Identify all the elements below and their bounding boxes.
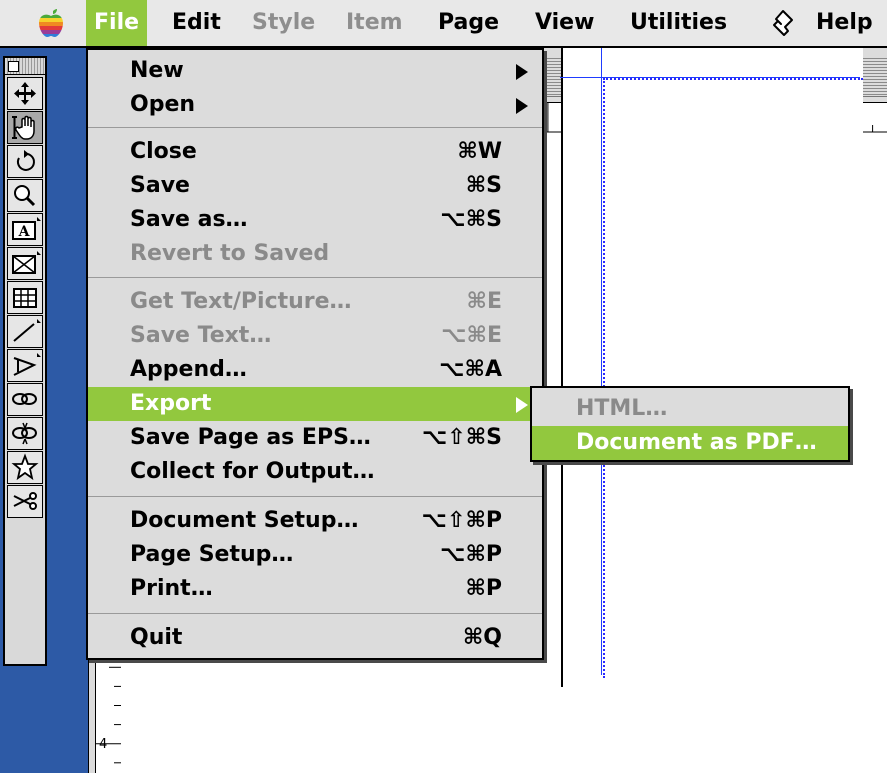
menu-file[interactable]: File — [86, 0, 148, 46]
menu-separator — [88, 496, 542, 497]
picture-box-tool[interactable] — [7, 247, 43, 280]
submenu-item-document-as-pdf[interactable]: Document as PDF… — [532, 426, 848, 460]
menu-item-label: Collect for Output… — [130, 459, 375, 484]
menu-item-collect-for-output[interactable]: Collect for Output… — [88, 455, 542, 489]
svg-text:A: A — [18, 224, 31, 240]
menu-item-get-text-picture[interactable]: Get Text/Picture… ⌘E — [88, 285, 542, 319]
menu-item-label: Export — [130, 391, 212, 416]
submenu-arrow-icon — [516, 64, 528, 80]
menu-item-shortcut: ⌘P — [465, 576, 502, 601]
menu-item-label: New — [130, 58, 184, 83]
menu-item-label: Document as PDF… — [576, 430, 817, 455]
menu-view[interactable]: View — [527, 0, 602, 46]
menu-bar: File Edit Style Item Page View Utilities… — [0, 0, 887, 48]
menu-item-label: Page Setup… — [130, 542, 294, 567]
file-menu: New Open Close ⌘W Save ⌘S Save as… ⌥⌘S Reve… — [86, 48, 544, 660]
submenu-arrow-icon — [516, 98, 528, 114]
menu-item-label: Save Page as EPS… — [130, 425, 371, 450]
menu-item-close[interactable]: Close ⌘W — [88, 135, 542, 169]
star-tool[interactable] — [7, 451, 43, 484]
item-tool[interactable] — [7, 77, 43, 110]
menu-item-append[interactable]: Append… ⌥⌘A — [88, 353, 542, 387]
table-tool[interactable] — [7, 281, 43, 314]
submenu-item-html[interactable]: HTML… — [532, 392, 848, 426]
menu-item-label: Quit — [130, 625, 183, 650]
ruler-label-4: 4 — [747, 105, 756, 120]
text-path-tool[interactable] — [7, 349, 43, 382]
menu-item-shortcut: ⌘Q — [462, 625, 502, 650]
menu-item-label: Close — [130, 139, 197, 164]
palette-close-box[interactable] — [8, 61, 19, 72]
menu-item-label: Save Text… — [130, 323, 272, 348]
menu-item-shortcut: ⌘W — [457, 139, 502, 164]
menu-item-new[interactable]: New — [88, 54, 542, 88]
export-submenu: HTML… Document as PDF… — [530, 386, 850, 462]
linking-tool[interactable] — [7, 383, 43, 416]
submenu-arrow-icon — [516, 397, 528, 413]
menu-item-shortcut: ⌥⌘A — [439, 357, 502, 382]
menu-item-label: Open — [130, 92, 196, 117]
menu-item[interactable]: Item — [338, 0, 411, 46]
text-box-tool[interactable]: A — [7, 213, 43, 246]
menu-item-print[interactable]: Print… ⌘P — [88, 572, 542, 606]
menu-item-shortcut: ⌘E — [466, 289, 502, 314]
menu-item-shortcut: ⌥⌘E — [441, 323, 502, 348]
apple-logo-icon[interactable] — [36, 8, 66, 38]
menu-item-label: Save — [130, 173, 190, 198]
menu-edit[interactable]: Edit — [164, 0, 229, 46]
menu-help[interactable]: Help — [808, 0, 881, 46]
menu-separator — [88, 127, 542, 128]
menu-item-shortcut: ⌥⌘S — [440, 207, 502, 232]
menu-item-shortcut: ⌥⇧⌘P — [421, 508, 502, 533]
menu-item-label: Append… — [130, 357, 247, 382]
zoom-tool[interactable] — [7, 179, 43, 212]
line-tool[interactable] — [7, 315, 43, 348]
ruler-label-3: 3 — [594, 105, 603, 120]
menu-item-save-as[interactable]: Save as… ⌥⌘S — [88, 203, 542, 237]
menu-item-quit[interactable]: Quit ⌘Q — [88, 621, 542, 655]
menu-item-save-page-as-eps[interactable]: Save Page as EPS… ⌥⇧⌘S — [88, 421, 542, 455]
menu-separator — [88, 613, 542, 614]
menu-item-label: Document Setup… — [130, 508, 359, 533]
menu-item-label: Print… — [130, 576, 213, 601]
menu-item-save-text[interactable]: Save Text… ⌥⌘E — [88, 319, 542, 353]
menu-separator — [88, 277, 542, 278]
menu-item-shortcut: ⌘S — [465, 173, 502, 198]
menu-item-export[interactable]: Export — [88, 387, 542, 421]
menu-utilities[interactable]: Utilities — [622, 0, 735, 46]
vruler-label-4: 4 — [99, 737, 108, 752]
scissors-tool[interactable] — [7, 485, 43, 518]
menu-item-label: Save as… — [130, 207, 248, 232]
menu-item-save[interactable]: Save ⌘S — [88, 169, 542, 203]
content-tool[interactable] — [7, 111, 43, 144]
menu-item-shortcut: ⌥⇧⌘S — [421, 425, 502, 450]
menu-item-revert-to-saved[interactable]: Revert to Saved — [88, 237, 542, 271]
hand-pointer-help-icon[interactable] — [770, 9, 796, 37]
palette-title-bar[interactable] — [5, 58, 45, 75]
menu-item-label: Revert to Saved — [130, 241, 330, 266]
menu-item-shortcut: ⌥⌘P — [440, 542, 502, 567]
menu-page[interactable]: Page — [430, 0, 507, 46]
menu-item-open[interactable]: Open — [88, 88, 542, 122]
menu-item-label: HTML… — [576, 396, 668, 421]
menu-item-label: Get Text/Picture… — [130, 289, 352, 314]
rotation-tool[interactable] — [7, 145, 43, 178]
menu-item-document-setup[interactable]: Document Setup… ⌥⇧⌘P — [88, 504, 542, 538]
tool-palette: A — [3, 56, 47, 666]
menu-item-page-setup[interactable]: Page Setup… ⌥⌘P — [88, 538, 542, 572]
menu-style[interactable]: Style — [244, 0, 323, 46]
unlinking-tool[interactable] — [7, 417, 43, 450]
